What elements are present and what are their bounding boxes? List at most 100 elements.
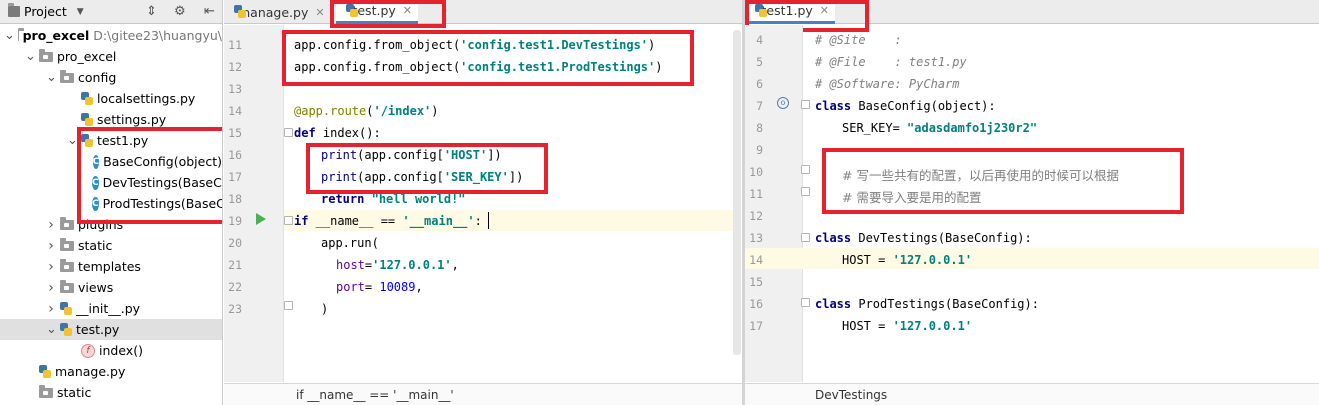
tree-item-label: templates: [78, 259, 141, 274]
tree-item[interactable]: › templates: [0, 256, 222, 277]
line-number: 4: [756, 33, 763, 47]
close-tab-icon[interactable]: ✕: [315, 6, 324, 19]
highlight-box-config-lines: [282, 30, 694, 86]
collapse-arrow-icon[interactable]: ›: [46, 280, 56, 296]
project-panel-title[interactable]: Project: [24, 4, 67, 19]
fold-marker-icon[interactable]: [801, 298, 810, 307]
fold-marker-icon[interactable]: [801, 165, 810, 174]
collapse-arrow-icon[interactable]: ›: [46, 217, 56, 233]
tree-item[interactable]: localsettings.py: [0, 88, 222, 109]
project-view-icon: [8, 3, 20, 17]
line-number: 17: [749, 319, 763, 333]
tree-item-label: pro_excel: [57, 49, 117, 64]
expand-arrow-icon[interactable]: ⌄: [46, 323, 57, 336]
code-line[interactable]: # @File : test1.py: [815, 55, 967, 69]
tree-item-label: test.py: [76, 322, 120, 337]
right-editor: test1.py ✕ 4 # @Site :5 # @File : test1.py…: [745, 0, 1319, 405]
code-line[interactable]: if __name__ == '__main__':: [294, 214, 482, 228]
fold-marker-icon[interactable]: [801, 187, 810, 196]
tree-item-label: settings.py: [97, 112, 167, 127]
code-line[interactable]: app.run(: [321, 236, 379, 250]
fold-marker-icon[interactable]: [284, 128, 293, 137]
line-number: 11: [749, 187, 763, 201]
code-line[interactable]: HOST = '127.0.0.1': [842, 253, 972, 267]
line-number: 8: [756, 121, 763, 135]
collapse-arrow-icon[interactable]: ›: [46, 238, 56, 254]
tree-item-label: config: [78, 70, 117, 85]
highlight-box-print-lines: [306, 143, 548, 194]
code-line[interactable]: # @Site :: [815, 33, 902, 47]
code-line[interactable]: class BaseConfig(object):: [815, 99, 996, 113]
line-number: 14: [228, 104, 242, 118]
fold-marker-icon[interactable]: [284, 216, 293, 225]
fold-marker-icon[interactable]: [801, 233, 810, 242]
expand-arrow-icon[interactable]: ⌄: [46, 71, 57, 84]
highlight-box-tab-test-py: [330, 0, 446, 28]
project-panel: Project ▼ ⇕ ⚙ ⇤ ⌄ pro_excel D:\gitee23\hua…: [0, 0, 223, 405]
folder-icon: [18, 28, 22, 41]
fold-marker-icon[interactable]: [801, 100, 810, 109]
tree-item-label: views: [78, 280, 114, 295]
line-number: 5: [756, 55, 763, 69]
line-number: 20: [228, 236, 242, 250]
tree-item[interactable]: manage.py: [0, 361, 222, 382]
fold-marker-icon[interactable]: [284, 301, 293, 310]
expand-arrow-icon[interactable]: ⌄: [67, 134, 78, 147]
line-number: 18: [228, 192, 242, 206]
left-editor: manage.py ✕ test.py ✕ 11 app.config.from_…: [224, 0, 742, 405]
line-number: 14: [749, 253, 763, 267]
folder-icon: [60, 280, 74, 293]
tree-item-label: __init__.py: [76, 301, 141, 316]
breadcrumb-label: DevTestings: [815, 387, 888, 402]
gear-icon[interactable]: ⚙: [174, 4, 186, 19]
tree-item[interactable]: › static: [0, 235, 222, 256]
folder-icon: [60, 259, 74, 272]
tree-item[interactable]: static: [0, 382, 222, 403]
hide-panel-icon[interactable]: ⇤: [204, 4, 215, 19]
tree-item[interactable]: ⌄ pro_excel D:\gitee23\huangyu\: [0, 25, 222, 46]
code-line[interactable]: ): [321, 302, 328, 316]
collapse-arrow-icon[interactable]: ›: [46, 301, 56, 317]
text-cursor: [488, 212, 489, 229]
code-line[interactable]: SER_KEY= "adasdamfo1j230r2": [842, 121, 1037, 135]
expand-arrow-icon[interactable]: ⌄: [25, 50, 36, 63]
line-number: 15: [749, 275, 763, 289]
tree-item[interactable]: ⌄ test.py: [0, 319, 222, 340]
line-number: 9: [756, 143, 763, 157]
python-file-icon: [39, 364, 51, 379]
code-line[interactable]: return "hell world!": [321, 192, 466, 206]
tab-manage-py[interactable]: manage.py ✕: [224, 0, 325, 24]
code-line[interactable]: port= 10089,: [336, 280, 423, 294]
code-line[interactable]: HOST = '127.0.0.1': [842, 319, 972, 333]
tree-item[interactable]: › __init__.py: [0, 298, 222, 319]
folder-icon: [39, 49, 53, 62]
breadcrumb[interactable]: DevTestings: [745, 383, 1319, 405]
dropdown-arrow-icon[interactable]: ▼: [77, 7, 84, 17]
code-line[interactable]: # @Software: PyCharm: [815, 77, 960, 91]
line-number: 23: [228, 302, 242, 316]
tree-item-label: index(): [99, 343, 143, 358]
folder-icon: [39, 385, 53, 398]
run-icon[interactable]: [256, 213, 266, 225]
collapse-arrow-icon[interactable]: ›: [46, 259, 56, 275]
collapse-all-icon[interactable]: ⇕: [146, 4, 157, 19]
tree-item[interactable]: ⌄ config: [0, 67, 222, 88]
tree-item[interactable]: › views: [0, 277, 222, 298]
breadcrumb[interactable]: if __name__ == '__main__': [224, 383, 742, 405]
code-line[interactable]: class DevTestings(BaseConfig):: [815, 231, 1032, 245]
code-line[interactable]: @app.route('/index'): [294, 104, 439, 118]
override-gutter-icon[interactable]: o: [777, 97, 789, 109]
left-tab-bar: manage.py ✕ test.py ✕: [224, 0, 742, 24]
line-number: 15: [228, 126, 242, 140]
breadcrumb-label: if __name__ == '__main__': [296, 387, 454, 402]
expand-arrow-icon[interactable]: ⌄: [4, 29, 15, 42]
code-line[interactable]: def index():: [294, 126, 381, 140]
tree-item[interactable]: ⌄ pro_excel: [0, 46, 222, 67]
tree-item[interactable]: f index(): [0, 340, 222, 361]
folder-icon: [60, 70, 74, 83]
code-line[interactable]: class ProdTestings(BaseConfig):: [815, 297, 1039, 311]
tree-item-label: static: [78, 238, 113, 253]
code-line[interactable]: host='127.0.0.1',: [336, 258, 459, 272]
python-file-icon: [81, 91, 93, 106]
tree-item-label: manage.py: [55, 364, 126, 379]
